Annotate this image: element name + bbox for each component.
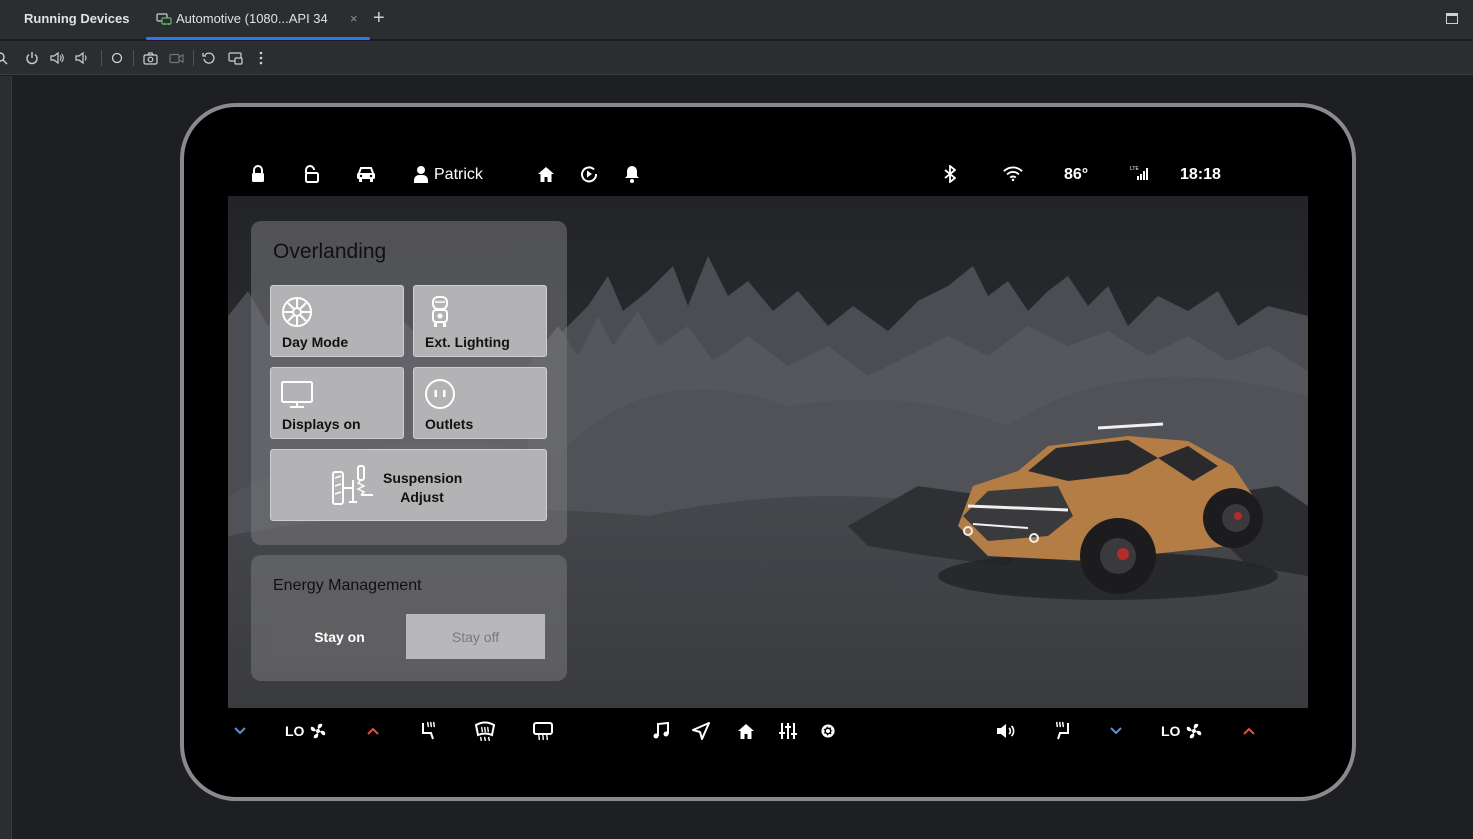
volume-up-icon[interactable] [48,49,66,67]
displays-on-label: Displays on [282,416,361,432]
home-icon[interactable] [536,164,556,184]
toolbar-separator [133,50,134,66]
close-tab-icon[interactable]: × [350,11,358,26]
day-mode-label: Day Mode [282,334,349,350]
snapshot-icon[interactable] [226,49,244,67]
maximize-icon[interactable] [1446,13,1458,24]
suspension-adjust-label: Suspension Adjust [383,470,463,505]
lock-icon[interactable] [248,164,268,184]
ext-lighting-button[interactable]: Ext. Lighting [413,285,547,357]
temp-down-left-icon[interactable] [229,720,251,742]
seat-heat-left-icon[interactable] [418,720,440,742]
day-mode-icon [282,297,312,327]
power-icon[interactable] [23,49,41,67]
left-gutter [0,76,12,839]
home-circle-icon[interactable] [108,49,126,67]
monitor-icon [281,381,313,408]
record-video-icon[interactable] [167,49,185,67]
nav-home-icon[interactable] [735,720,757,742]
volume-icon[interactable] [995,720,1017,742]
suspension-adjust-button[interactable]: Suspension Adjust [270,449,547,521]
system-nav-bar: LO LO [228,708,1308,762]
more-options-icon[interactable] [252,49,270,67]
settings-gear-icon[interactable] [817,720,839,742]
music-icon[interactable] [650,720,672,742]
notification-bell-icon[interactable] [622,164,642,184]
left-fan-level[interactable]: LO [285,723,304,739]
outlets-label: Outlets [425,416,474,432]
navigation-icon[interactable] [690,720,712,742]
displays-on-button[interactable]: Displays on [270,367,404,439]
status-bar: Patrick 86° LTE 18:18 [228,150,1308,196]
temp-up-right-icon[interactable] [1238,720,1260,742]
bluetooth-icon[interactable] [940,164,960,184]
day-mode-button[interactable]: Day Mode [270,285,404,357]
ext-lighting-label: Ext. Lighting [425,334,510,350]
ide-tab-bar: Running Devices Automotive (1080...API 3… [0,0,1473,40]
right-fan-level[interactable]: LO [1161,723,1180,739]
temperature-readout[interactable]: 86° [1064,166,1088,184]
user-icon[interactable] [411,164,431,184]
equalizer-icon[interactable] [777,720,799,742]
running-devices-title: Running Devices [24,11,130,26]
overlanding-title: Overlanding [273,240,387,263]
device-toolbar [0,41,1473,75]
toolbar-separator [193,50,194,66]
rear-defrost-icon[interactable] [532,720,554,742]
search-icon[interactable] [0,49,10,67]
user-name[interactable]: Patrick [434,166,483,184]
temp-down-right-icon[interactable] [1105,720,1127,742]
car-icon[interactable] [356,164,376,184]
fan-right-icon[interactable] [1183,720,1205,742]
unlock-icon[interactable] [301,164,321,184]
seat-heat-right-icon[interactable] [1051,720,1073,742]
stay-off-button[interactable]: Stay off [406,614,545,659]
wifi-icon[interactable] [1003,164,1023,184]
device-tab-label: Automotive (1080...API 34 [176,11,328,26]
fan-left-icon[interactable] [307,720,329,742]
camera-icon[interactable] [141,49,159,67]
ext-lighting-icon [432,296,448,327]
front-defrost-icon[interactable] [474,720,496,742]
outlets-button[interactable]: Outlets [413,367,547,439]
network-type-label: LTE [1130,166,1139,172]
clock: 18:18 [1180,166,1221,183]
media-projection-icon[interactable] [579,164,599,184]
active-tab-indicator [146,37,370,40]
cellular-signal-icon[interactable]: LTE [1130,164,1150,184]
energy-management-title: Energy Management [273,577,422,594]
volume-down-icon[interactable] [73,49,91,67]
car-device-icon [156,13,172,25]
outlet-icon [425,379,455,409]
add-tab-icon[interactable]: + [373,7,385,30]
stay-on-button[interactable]: Stay on [273,614,406,659]
temp-up-left-icon[interactable] [362,720,384,742]
rotate-icon[interactable] [200,49,218,67]
toolbar-separator [101,50,102,66]
device-tab[interactable]: Automotive (1080...API 34 × [146,0,370,40]
overlanding-panel: Overlanding Day Mode Ext. Lighting Displ… [251,221,567,545]
suspension-icon [332,465,373,505]
